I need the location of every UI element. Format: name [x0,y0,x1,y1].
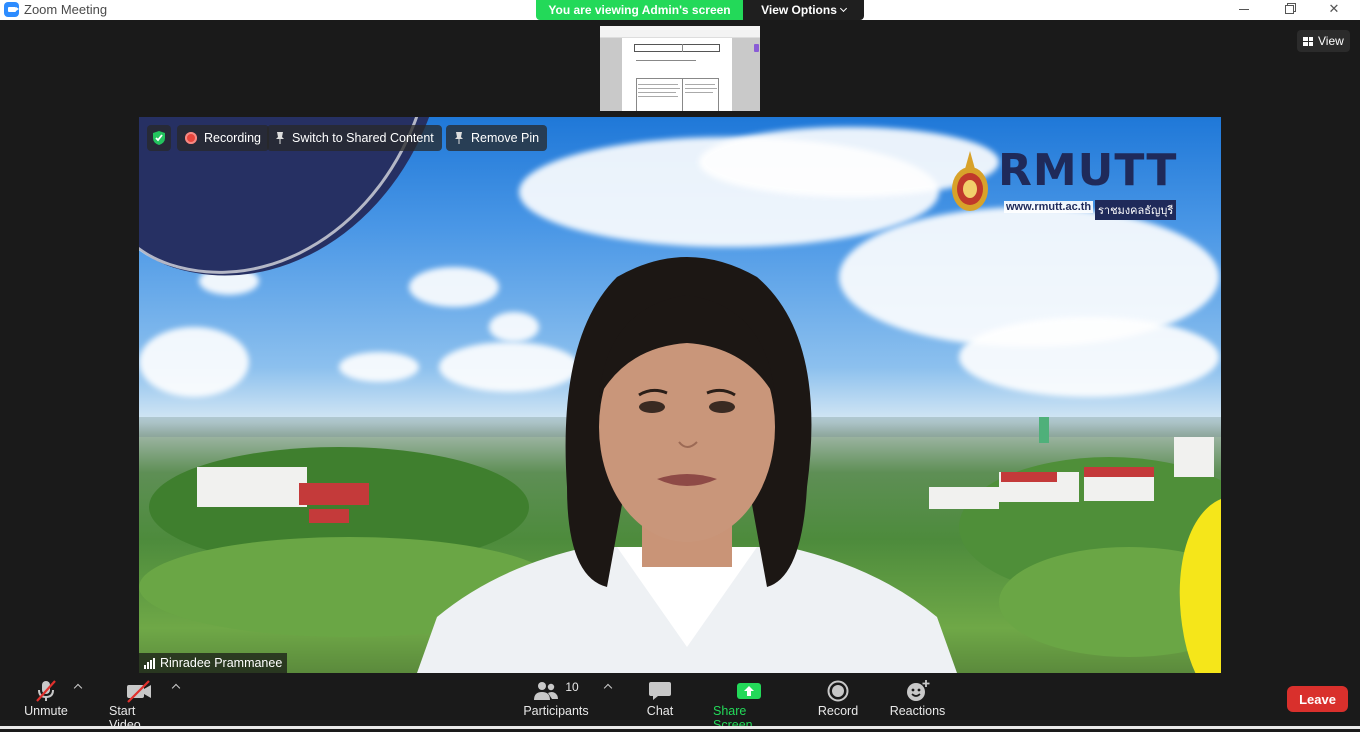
close-button[interactable]: ✕ [1312,0,1356,20]
participants-count: 10 [565,680,579,694]
reactions-button[interactable]: Reactions [889,678,946,718]
minimize-button[interactable] [1222,0,1266,20]
video-options-caret-icon[interactable] [171,683,181,693]
view-button[interactable]: View [1297,30,1350,52]
video-off-icon [125,678,153,704]
shared-screen-thumbnail[interactable] [600,26,760,111]
logo-url: www.rmutt.ac.th [1004,201,1094,213]
audio-options-caret-icon[interactable] [73,683,83,693]
chat-button[interactable]: Chat [645,678,675,718]
pin-icon [276,132,284,144]
view-options-label: View Options [761,3,837,17]
start-video-button[interactable]: Start Video [109,678,169,732]
participants-label: Participants [523,704,589,718]
reactions-label: Reactions [889,704,946,718]
record-label: Record [817,704,859,718]
thumbnail-toolbar [600,26,760,38]
leave-button[interactable]: Leave [1287,686,1348,712]
chat-icon [648,678,672,704]
unmute-button[interactable]: Unmute [24,678,68,718]
remove-pin-label: Remove Pin [471,131,540,145]
viewing-banner: You are viewing Admin's screen View Opti… [536,0,864,20]
rmutt-logo: RMUTT www.rmutt.ac.th ราชมงคลธัญบุรี [948,145,1178,223]
share-screen-button[interactable]: Share Screen [713,678,784,732]
viewing-status: You are viewing Admin's screen [536,0,743,20]
zoom-icon [4,2,19,17]
minimize-icon [1239,9,1249,11]
share-screen-icon [736,678,762,704]
meeting-toolbar: Unmute Start Video 10 Participants Chat … [0,673,1360,732]
remove-pin-button[interactable]: Remove Pin [446,125,548,151]
switch-label: Switch to Shared Content [292,131,434,145]
emblem-icon [952,151,988,211]
active-speaker-video[interactable]: RMUTT www.rmutt.ac.th ราชมงคลธัญบุรี Rec… [139,117,1221,673]
encryption-indicator[interactable] [147,125,171,151]
chat-label: Chat [646,704,674,718]
switch-to-shared-content-button[interactable]: Switch to Shared Content [267,125,442,151]
participants-options-caret-icon[interactable] [603,683,613,693]
restore-button[interactable] [1267,0,1311,20]
participant-person [417,257,957,673]
grid-view-icon [1303,36,1313,46]
record-dot-icon [185,132,197,144]
reactions-icon [905,678,931,704]
unmute-label: Unmute [24,704,68,718]
participants-icon [534,682,559,700]
recording-indicator[interactable]: Recording [177,125,269,151]
pin-icon [455,132,463,144]
logo-text: RMUTT [998,145,1178,196]
thumbnail-document [622,38,732,111]
logo-thai-text: ราชมงคลธัญบุรี [1095,200,1177,220]
signal-icon [144,657,155,669]
record-icon [827,678,849,704]
view-label: View [1318,34,1344,48]
mic-muted-icon [33,678,59,704]
restore-icon [1284,5,1294,15]
shield-icon [153,131,165,145]
participant-name: Rinradee Prammanee [160,656,283,670]
participants-icon-wrap: 10 [533,678,579,704]
view-options-button[interactable]: View Options [743,0,864,20]
chevron-down-icon [839,4,847,13]
window-title: Zoom Meeting [24,2,108,17]
participants-button[interactable]: 10 Participants [523,678,589,718]
participant-name-tag: Rinradee Prammanee [139,653,288,673]
record-button[interactable]: Record [818,678,858,718]
thumbnail-side-tab [754,44,759,52]
recording-label: Recording [204,131,261,145]
